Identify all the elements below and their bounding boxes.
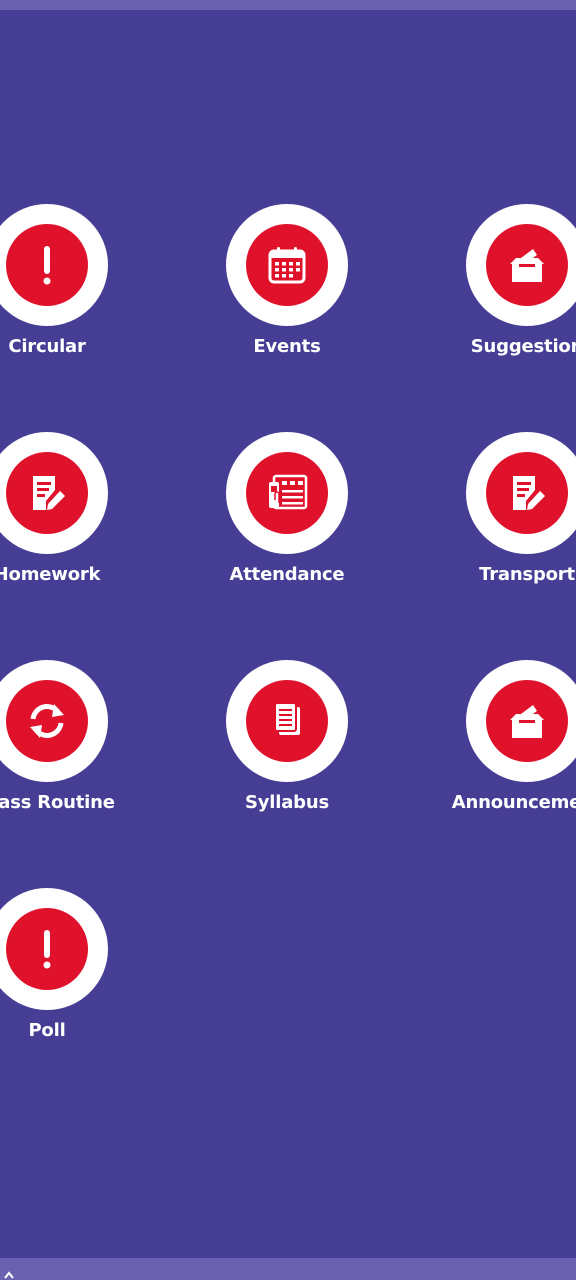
icon-ring	[466, 204, 576, 326]
icon-ring	[226, 660, 348, 782]
menu-tile-class-routine[interactable]: Class Routine	[0, 660, 167, 820]
menu-label: Circular	[8, 336, 86, 357]
menu-tile-announcement[interactable]: Announcement	[407, 660, 576, 820]
icon-ring	[0, 888, 108, 1010]
icon-ring	[0, 660, 108, 782]
refresh-icon	[30, 704, 64, 738]
icon-circle	[486, 452, 568, 534]
chevron-up-icon[interactable]	[4, 1270, 14, 1280]
icon-ring	[466, 432, 576, 554]
menu-tile-suggestion[interactable]: Suggestion	[407, 204, 576, 364]
menu-label: Syllabus	[245, 792, 329, 813]
documents-icon	[274, 702, 300, 735]
calendar-icon	[268, 247, 306, 284]
menu-tile-attendance[interactable]: Attendance	[167, 432, 407, 592]
icon-circle	[6, 680, 88, 762]
icon-ring	[226, 432, 348, 554]
menu-label: Poll	[28, 1020, 66, 1041]
menu-tile-circular[interactable]: Circular	[0, 204, 167, 364]
menu-label: Suggestion	[470, 336, 576, 357]
menu-label: Transport	[479, 564, 575, 585]
biometric-attendance-icon	[269, 474, 308, 510]
exclamation-icon	[43, 246, 51, 285]
menu-tile-events[interactable]: Events	[167, 204, 407, 364]
icon-circle	[486, 680, 568, 762]
icon-circle	[6, 908, 88, 990]
menu-tile-homework[interactable]: Homework	[0, 432, 167, 592]
menu-tile-poll[interactable]: Poll	[0, 888, 167, 1048]
menu-tile-syllabus[interactable]: Syllabus	[167, 660, 407, 820]
icon-circle	[6, 224, 88, 306]
icon-ring	[466, 660, 576, 782]
icon-circle	[246, 452, 328, 534]
icon-circle	[246, 680, 328, 762]
menu-label: Attendance	[229, 564, 345, 585]
menu-label: Homework	[0, 564, 101, 585]
exclamation-icon	[43, 930, 51, 969]
status-strip	[0, 0, 576, 10]
menu-label: Class Routine	[0, 792, 115, 813]
ballot-box-icon	[510, 249, 544, 282]
menu-label: Events	[253, 336, 321, 357]
icon-circle	[246, 224, 328, 306]
icon-ring	[0, 204, 108, 326]
ballot-box-icon	[510, 705, 544, 738]
menu-tile-transport[interactable]: Transport	[407, 432, 576, 592]
edit-note-icon	[513, 476, 545, 510]
bottom-navigation-strip	[0, 1258, 576, 1280]
icon-circle	[486, 224, 568, 306]
icon-ring	[0, 432, 108, 554]
icon-circle	[6, 452, 88, 534]
icon-ring	[226, 204, 348, 326]
menu-label: Announcement	[451, 792, 576, 813]
edit-note-icon	[33, 476, 65, 510]
